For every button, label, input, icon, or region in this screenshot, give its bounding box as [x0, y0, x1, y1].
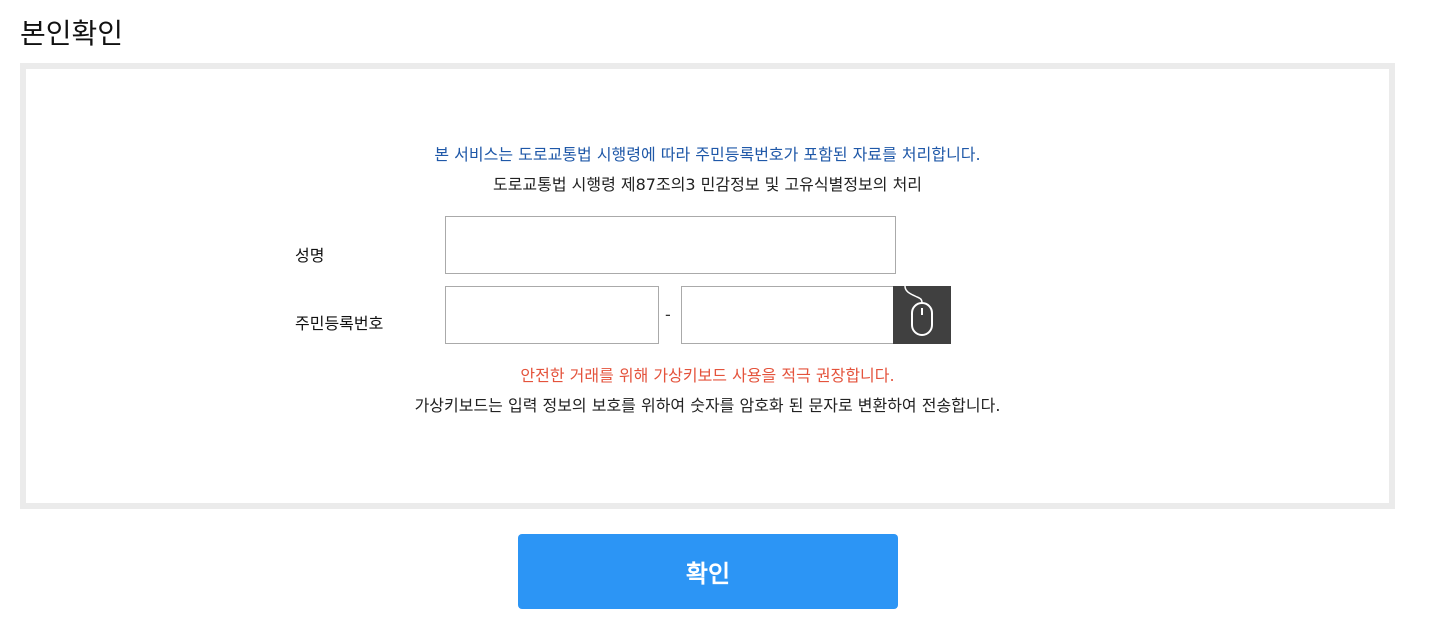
- legal-basis-notice: 도로교통법 시행령 제87조의3 민감정보 및 고유식별정보의 처리: [492, 175, 923, 194]
- identity-verification-panel: 본 서비스는 도로교통법 시행령에 따라 주민등록번호가 포함된 자료를 처리합…: [20, 63, 1395, 509]
- rrn-front-input[interactable]: [445, 286, 659, 344]
- page-title: 본인확인: [20, 17, 124, 50]
- confirm-button[interactable]: 확인: [518, 534, 898, 609]
- mouse-icon: [904, 286, 933, 336]
- virtual-keyboard-button[interactable]: [893, 286, 951, 344]
- service-notice: 본 서비스는 도로교통법 시행령에 따라 주민등록번호가 포함된 자료를 처리합…: [434, 145, 981, 164]
- rrn-label: 주민등록번호: [295, 314, 384, 333]
- virtual-keyboard-recommendation: 안전한 거래를 위해 가상키보드 사용을 적극 권장합니다.: [520, 366, 895, 385]
- virtual-keyboard-description: 가상키보드는 입력 정보의 보호를 위하여 숫자를 암호화 된 문자로 변환하여…: [414, 396, 1001, 415]
- rrn-separator: -: [665, 305, 671, 324]
- rrn-back-input[interactable]: [681, 286, 895, 344]
- name-label: 성명: [295, 246, 325, 265]
- name-input[interactable]: [445, 216, 896, 274]
